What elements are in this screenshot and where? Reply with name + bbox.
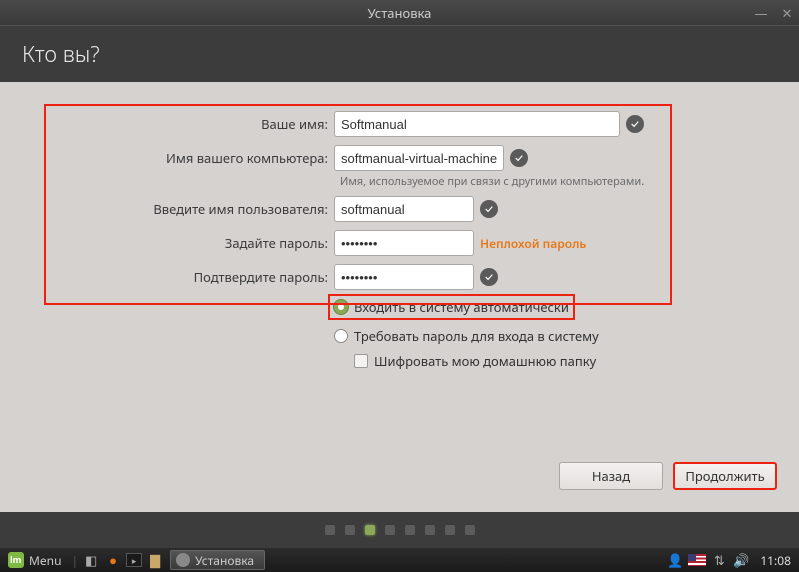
- back-button[interactable]: Назад: [559, 462, 663, 490]
- check-icon: [510, 149, 528, 167]
- user-form-highlight: Ваше имя: Имя вашего компьютера: Имя, ис…: [44, 104, 672, 305]
- progress-dot: [445, 525, 455, 535]
- minimize-button[interactable]: —: [753, 5, 769, 21]
- show-desktop-icon[interactable]: ◧: [82, 551, 100, 569]
- window-titlebar: Установка — ✕: [0, 0, 799, 26]
- taskbar: Menu | ◧ ● ▸ ▇ Установка 👤 ⇅ 🔊 11:08: [0, 548, 799, 572]
- progress-dot: [345, 525, 355, 535]
- content-area: Ваше имя: Имя вашего компьютера: Имя, ис…: [0, 82, 799, 512]
- hostname-label: Имя вашего компьютера:: [52, 149, 334, 167]
- terminal-icon[interactable]: ▸: [126, 553, 142, 567]
- page-header: Кто вы?: [0, 26, 799, 82]
- progress-dot: [385, 525, 395, 535]
- progress-dot: [425, 525, 435, 535]
- progress-dot: [465, 525, 475, 535]
- window-title: Установка: [368, 4, 432, 22]
- username-label: Введите имя пользователя:: [52, 200, 334, 218]
- require-password-radio[interactable]: [334, 329, 348, 343]
- password-strength: Неплохой пароль: [480, 235, 586, 252]
- user-icon[interactable]: 👤: [666, 551, 684, 569]
- clock[interactable]: 11:08: [752, 552, 799, 569]
- menu-label: Menu: [29, 552, 61, 569]
- name-input[interactable]: [334, 111, 620, 137]
- installer-icon: [176, 553, 190, 567]
- firefox-icon[interactable]: ●: [104, 551, 122, 569]
- volume-icon[interactable]: 🔊: [732, 551, 750, 569]
- name-label: Ваше имя:: [52, 115, 334, 133]
- encrypt-home-checkbox[interactable]: [354, 354, 368, 368]
- taskbar-divider: |: [71, 552, 78, 569]
- keyboard-layout-indicator[interactable]: [688, 551, 706, 569]
- files-icon[interactable]: ▇: [146, 551, 164, 569]
- confirm-password-label: Подтвердите пароль:: [52, 268, 334, 286]
- progress-dots: [0, 512, 799, 548]
- check-icon: [480, 268, 498, 286]
- progress-dot: [325, 525, 335, 535]
- confirm-password-input[interactable]: [334, 264, 474, 290]
- progress-dot-active: [365, 525, 375, 535]
- taskbar-item-installer[interactable]: Установка: [170, 550, 265, 570]
- username-input[interactable]: [334, 196, 474, 222]
- us-flag-icon: [688, 554, 706, 566]
- continue-button[interactable]: Продолжить: [673, 462, 777, 490]
- require-password-label: Требовать пароль для входа в систему: [354, 327, 599, 345]
- progress-dot: [405, 525, 415, 535]
- hostname-hint: Имя, используемое при связи с другими ко…: [340, 174, 664, 189]
- page-title: Кто вы?: [22, 39, 100, 69]
- close-button[interactable]: ✕: [779, 5, 795, 21]
- network-icon[interactable]: ⇅: [710, 551, 728, 569]
- encrypt-home-label: Шифровать мою домашнюю папку: [374, 352, 596, 370]
- mint-logo-icon: [8, 552, 24, 568]
- password-input[interactable]: [334, 230, 474, 256]
- hostname-input[interactable]: [334, 145, 504, 171]
- check-icon: [626, 115, 644, 133]
- password-label: Задайте пароль:: [52, 234, 334, 252]
- check-icon: [480, 200, 498, 218]
- menu-button[interactable]: Menu: [0, 548, 69, 572]
- taskbar-item-label: Установка: [195, 552, 254, 569]
